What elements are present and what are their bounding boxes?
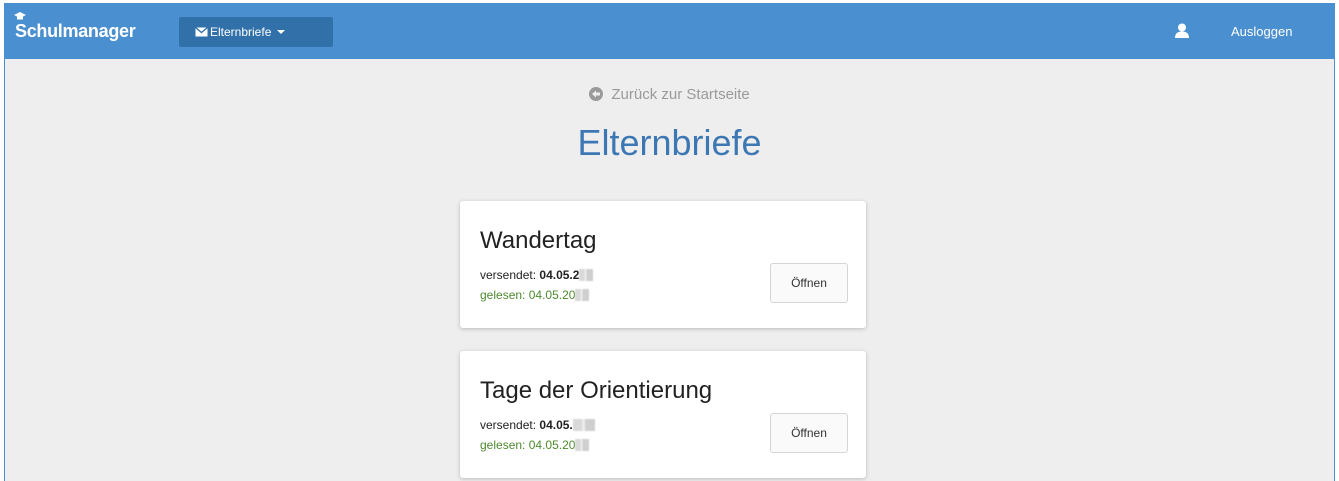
page-title: Elternbriefe — [577, 122, 762, 163]
brand-logo[interactable]: Schulmanager — [14, 4, 136, 59]
redacted-area — [572, 419, 595, 431]
read-label: gelesen: — [480, 288, 526, 302]
sent-date: versendet: 04.05. — [480, 418, 595, 432]
sent-label: versendet: — [480, 268, 537, 282]
back-link-label: Zurück zur Startseite — [611, 86, 750, 103]
redacted-area — [579, 269, 594, 281]
envelope-icon — [195, 27, 208, 37]
open-letter-button[interactable]: Öffnen — [770, 263, 848, 303]
dropdown-label: Elternbriefe — [210, 25, 272, 39]
letter-card: Wandertag versendet: 04.05.2 gelesen: 04… — [460, 201, 866, 328]
open-letter-button[interactable]: Öffnen — [770, 413, 848, 453]
read-value: 04.05.20 — [528, 288, 576, 302]
logout-link[interactable]: Ausloggen — [1231, 4, 1292, 59]
brand-text: Schulmanager — [14, 12, 136, 42]
sent-label: versendet: — [480, 418, 537, 432]
graduation-cap-icon — [14, 12, 26, 20]
elternbriefe-dropdown[interactable]: Elternbriefe — [179, 17, 333, 47]
app-window: Schulmanager Elternbriefe Ausloggen Zurü… — [4, 3, 1335, 481]
sent-value: 04.05. — [539, 418, 573, 432]
letter-card: Tage der Orientierung versendet: 04.05. … — [460, 351, 866, 478]
read-date: gelesen: 04.05.20 — [480, 438, 590, 452]
user-icon[interactable] — [1175, 23, 1189, 38]
sent-date: versendet: 04.05.2 — [480, 268, 594, 282]
caret-down-icon — [277, 30, 286, 34]
read-label: gelesen: — [480, 438, 526, 452]
read-value: 04.05.20 — [528, 438, 576, 452]
read-date: gelesen: 04.05.20 — [480, 288, 590, 302]
sent-value: 04.05.2 — [539, 268, 580, 282]
letter-title: Tage der Orientierung — [480, 377, 713, 404]
redacted-area — [575, 439, 590, 451]
arrow-circle-left-icon — [589, 87, 604, 101]
letter-title: Wandertag — [480, 227, 597, 254]
top-navbar: Schulmanager Elternbriefe Ausloggen — [5, 4, 1334, 59]
redacted-area — [575, 289, 590, 301]
back-to-start-link[interactable]: Zurück zur Startseite — [5, 86, 1334, 103]
